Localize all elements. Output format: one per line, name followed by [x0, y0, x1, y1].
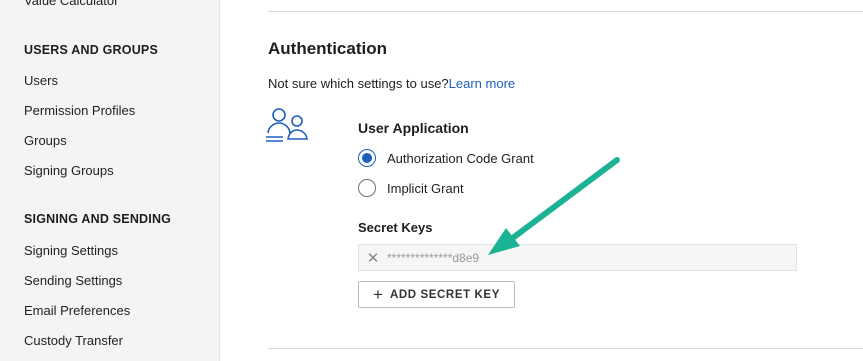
sidebar-item-groups[interactable]: Groups	[24, 133, 67, 148]
section-divider-top	[268, 11, 863, 12]
users-icon	[266, 108, 308, 142]
sidebar-item-email-preferences[interactable]: Email Preferences	[24, 303, 130, 318]
add-secret-key-button[interactable]: + ADD SECRET KEY	[358, 281, 515, 308]
sidebar-item-sending-settings[interactable]: Sending Settings	[24, 273, 122, 288]
secret-key-value: **************d8e9	[387, 250, 480, 265]
help-text: Not sure which settings to use?Learn mor…	[268, 76, 515, 91]
sidebar-heading-users-and-groups: USERS AND GROUPS	[24, 43, 159, 57]
add-secret-key-label: ADD SECRET KEY	[389, 288, 500, 301]
secret-keys-label: Secret Keys	[358, 220, 433, 235]
sidebar-heading-signing-and-sending: SIGNING AND SENDING	[24, 212, 172, 226]
radio-label: Authorization Code Grant	[387, 150, 534, 166]
radio-implicit-grant[interactable]: Implicit Grant	[358, 178, 464, 198]
page-title: Authentication	[268, 39, 387, 58]
radio-authorization-code-grant[interactable]: Authorization Code Grant	[358, 148, 534, 168]
radio-button-selected[interactable]	[358, 149, 376, 167]
plus-icon: +	[373, 285, 383, 304]
radio-label: Implicit Grant	[387, 180, 464, 196]
sidebar: Value Calculator USERS AND GROUPS Users …	[0, 0, 220, 361]
sidebar-item-custody-transfer[interactable]: Custody Transfer	[24, 333, 123, 348]
sidebar-item-signing-groups[interactable]: Signing Groups	[24, 163, 114, 178]
section-divider-bottom	[268, 348, 863, 349]
sidebar-item-signing-settings[interactable]: Signing Settings	[24, 243, 118, 258]
help-text-label: Not sure which settings to use?	[268, 76, 449, 91]
user-application-title: User Application	[358, 120, 469, 136]
sidebar-item-permission-profiles[interactable]: Permission Profiles	[24, 103, 135, 118]
secret-key-field: ✕ **************d8e9	[358, 244, 797, 271]
sidebar-item-value-calculator[interactable]: Value Calculator	[24, 0, 118, 8]
close-icon[interactable]: ✕	[359, 244, 387, 271]
radio-button[interactable]	[358, 179, 376, 197]
sidebar-item-users[interactable]: Users	[24, 73, 58, 88]
learn-more-link[interactable]: Learn more	[449, 76, 515, 91]
